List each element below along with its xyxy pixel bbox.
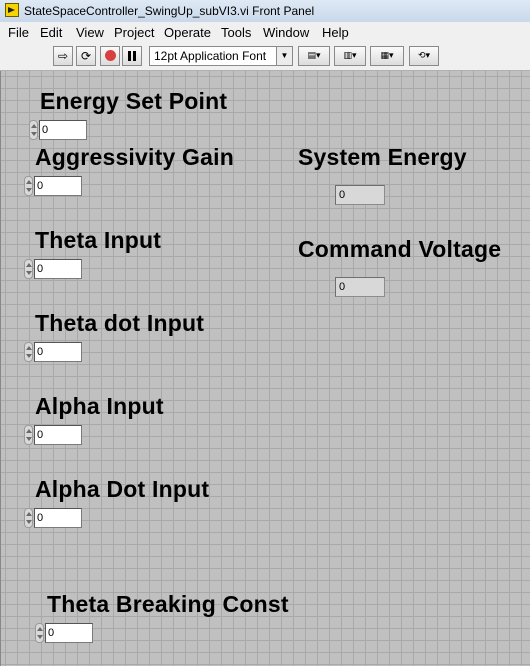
theta-dot-input-field[interactable]: 0 — [34, 342, 82, 362]
resize-objects-icon[interactable]: ▦▾ — [370, 46, 404, 66]
spinner-icon[interactable] — [24, 342, 33, 362]
spinner-icon[interactable] — [24, 425, 33, 445]
labview-app-icon — [5, 3, 19, 17]
front-panel: Energy Set Point 0 Aggressivity Gain 0 T… — [0, 71, 530, 666]
spinner-icon[interactable] — [24, 508, 33, 528]
energy-set-point-field[interactable]: 0 — [39, 120, 87, 140]
run-arrow-icon[interactable]: ⇨ — [53, 46, 73, 66]
theta-dot-input-label: Theta dot Input — [35, 310, 205, 336]
menu-project[interactable]: Project — [114, 25, 154, 40]
alpha-dot-input-label: Alpha Dot Input — [35, 476, 210, 502]
toolbar: ⇨ ⟳ 12pt Application Font ▼ ▤▾ ▥▾ ▦▾ ⟲▾ — [0, 42, 530, 71]
command-voltage-indicator: 0 — [335, 277, 385, 297]
theta-breaking-const-label: Theta Breaking Const — [47, 591, 289, 617]
pause-icon[interactable] — [122, 46, 142, 66]
spinner-icon[interactable] — [29, 120, 38, 140]
alpha-input-field[interactable]: 0 — [34, 425, 82, 445]
menu-operate[interactable]: Operate — [164, 25, 211, 40]
spinner-icon[interactable] — [24, 259, 33, 279]
title-bar: StateSpaceController_SwingUp_subVI3.vi F… — [0, 0, 530, 23]
theta-input-field[interactable]: 0 — [34, 259, 82, 279]
theta-input-label: Theta Input — [35, 227, 162, 253]
menu-help[interactable]: Help — [322, 25, 349, 40]
run-continuously-icon[interactable]: ⟳ — [76, 46, 96, 66]
font-selector[interactable]: 12pt Application Font ▼ — [149, 46, 293, 66]
aggressivity-gain-field[interactable]: 0 — [34, 176, 82, 196]
font-selector-label: 12pt Application Font — [154, 49, 267, 63]
alpha-dot-input-field[interactable]: 0 — [34, 508, 82, 528]
menu-view[interactable]: View — [76, 25, 104, 40]
chevron-down-icon: ▼ — [276, 47, 292, 65]
energy-set-point-label: Energy Set Point — [40, 88, 228, 114]
spinner-icon[interactable] — [35, 623, 44, 643]
abort-execution-icon[interactable] — [100, 46, 120, 66]
menu-file[interactable]: File — [8, 25, 29, 40]
reorder-icon[interactable]: ⟲▾ — [409, 46, 439, 66]
menu-edit[interactable]: Edit — [40, 25, 62, 40]
command-voltage-label: Command Voltage — [298, 236, 502, 262]
menu-bar: File Edit View Project Operate Tools Win… — [0, 22, 530, 43]
spinner-icon[interactable] — [24, 176, 33, 196]
theta-breaking-const-field[interactable]: 0 — [45, 623, 93, 643]
system-energy-label: System Energy — [298, 144, 467, 170]
menu-tools[interactable]: Tools — [221, 25, 251, 40]
menu-window[interactable]: Window — [263, 25, 309, 40]
distribute-objects-icon[interactable]: ▥▾ — [334, 46, 366, 66]
alpha-input-label: Alpha Input — [35, 393, 164, 419]
aggressivity-gain-label: Aggressivity Gain — [35, 144, 234, 170]
align-objects-icon[interactable]: ▤▾ — [298, 46, 330, 66]
system-energy-indicator: 0 — [335, 185, 385, 205]
window-title: StateSpaceController_SwingUp_subVI3.vi F… — [24, 4, 315, 18]
